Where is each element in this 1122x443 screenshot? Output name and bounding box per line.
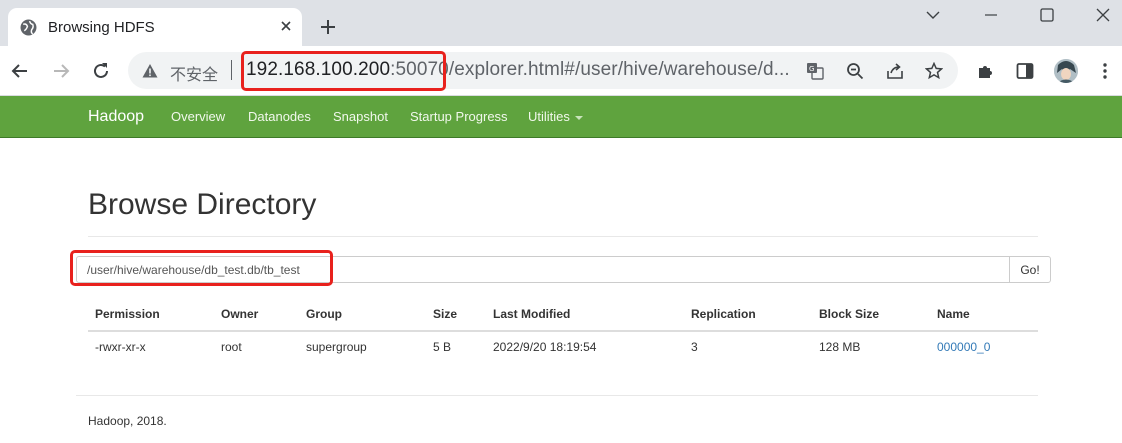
warning-icon: [142, 64, 158, 78]
column-header-permission[interactable]: Permission: [95, 307, 160, 321]
close-window-icon[interactable]: [1092, 7, 1114, 23]
browser-toolbar: 不安全 192.168.100.200:50070/explorer.html#…: [0, 46, 1122, 96]
go-button[interactable]: Go!: [1009, 256, 1051, 283]
close-tab-icon[interactable]: [278, 18, 294, 34]
tab-strip: Browsing HDFS: [0, 0, 1122, 46]
browser-tab[interactable]: Browsing HDFS: [8, 8, 302, 46]
reload-icon[interactable]: [91, 61, 111, 81]
security-label[interactable]: 不安全: [170, 61, 218, 85]
navbar-brand[interactable]: Hadoop: [88, 108, 144, 126]
chevron-down-icon[interactable]: [922, 7, 944, 23]
column-header-owner[interactable]: Owner: [221, 307, 258, 321]
translate-icon[interactable]: G: [806, 62, 824, 80]
nav-item-utilities[interactable]: Utilities: [528, 109, 583, 124]
omnibox-divider: [231, 60, 232, 80]
column-header-replication[interactable]: Replication: [691, 307, 756, 321]
cell-group: supergroup: [306, 340, 367, 354]
bookmark-star-icon[interactable]: [925, 62, 943, 80]
title-divider: [88, 236, 1038, 237]
forward-icon[interactable]: [51, 61, 71, 81]
svg-text:G: G: [809, 65, 814, 73]
tab-title: Browsing HDFS: [48, 19, 155, 36]
nav-item-snapshot[interactable]: Snapshot: [333, 109, 388, 124]
nav-item-datanodes[interactable]: Datanodes: [248, 109, 311, 124]
nav-item-startup-progress[interactable]: Startup Progress: [410, 109, 508, 124]
profile-avatar[interactable]: [1054, 59, 1078, 83]
cell-replication: 3: [691, 340, 698, 354]
column-header-size[interactable]: Size: [433, 307, 457, 321]
back-icon[interactable]: [10, 61, 30, 81]
cell-last-modified: 2022/9/20 18:19:54: [493, 340, 597, 354]
zoom-icon[interactable]: [846, 62, 864, 80]
cell-permission: -rwxr-xr-x: [95, 340, 146, 354]
maximize-icon[interactable]: [1036, 7, 1058, 23]
cell-block-size: 128 MB: [819, 340, 861, 354]
footer-divider: [76, 395, 1038, 396]
cell-size: 5 B: [433, 340, 452, 354]
path-highlight-box: [70, 250, 333, 286]
page-footer: Hadoop, 2018.: [88, 414, 167, 428]
new-tab-icon[interactable]: [318, 17, 338, 37]
minimize-icon[interactable]: [980, 7, 1002, 23]
column-header-block-size[interactable]: Block Size: [819, 307, 879, 321]
url-highlight-box: [241, 51, 446, 91]
nav-item-utilities-label: Utilities: [528, 109, 570, 124]
page-title: Browse Directory: [88, 188, 317, 221]
column-header-last-modified[interactable]: Last Modified: [493, 307, 570, 321]
menu-kebab-icon[interactable]: [1096, 62, 1114, 80]
caret-down-icon: [574, 115, 583, 120]
hadoop-navbar: Hadoop Overview Datanodes Snapshot Start…: [0, 96, 1122, 138]
nav-item-overview[interactable]: Overview: [171, 109, 225, 124]
side-panel-icon[interactable]: [1016, 62, 1034, 80]
file-name-link[interactable]: 000000_0: [937, 340, 990, 354]
column-header-name[interactable]: Name: [937, 307, 970, 321]
column-header-group[interactable]: Group: [306, 307, 342, 321]
url-path: /explorer.html#/user/hive/warehouse/d...: [448, 59, 790, 80]
share-icon[interactable]: [886, 62, 904, 80]
table-header-divider: [88, 330, 1038, 332]
globe-icon: [20, 19, 37, 36]
extensions-icon[interactable]: [976, 62, 994, 80]
cell-owner: root: [221, 340, 242, 354]
